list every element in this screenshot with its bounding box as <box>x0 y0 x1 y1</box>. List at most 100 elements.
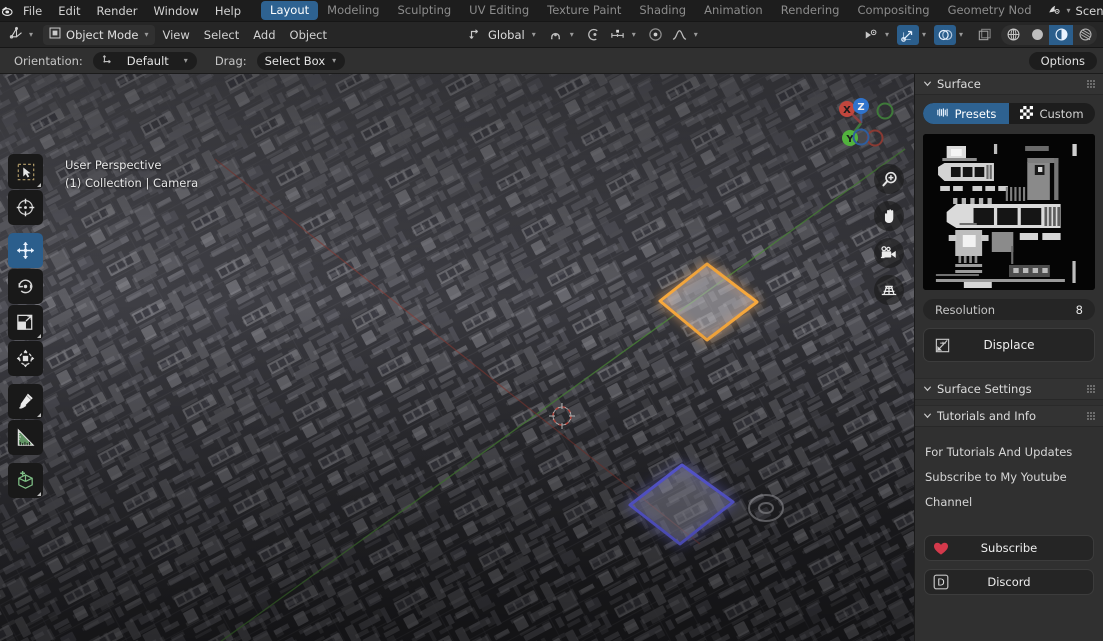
workspace-tab-layout[interactable]: Layout <box>261 1 319 20</box>
gizmo-axis-x-negative <box>866 129 884 147</box>
viewport-menu-add[interactable]: Add <box>246 25 282 45</box>
tool-select-box[interactable] <box>8 154 43 189</box>
workspace-tab-animation[interactable]: Animation <box>695 1 772 20</box>
chevron-down-icon[interactable]: ▾ <box>143 30 149 39</box>
panel-header-surface[interactable]: Surface <box>915 74 1103 95</box>
gizmo-axis-y-negative <box>876 102 894 120</box>
chevron-down-icon[interactable]: ▾ <box>693 30 699 39</box>
3d-viewport[interactable]: User Perspective (1) Collection | Camera <box>0 74 914 641</box>
chevron-down-icon[interactable]: ▾ <box>569 30 575 39</box>
transform-orientation-label[interactable]: Global <box>488 28 525 42</box>
shading-rendered-icon[interactable] <box>1073 25 1097 45</box>
editor-type-selector[interactable]: ▾ <box>0 25 39 45</box>
viewport-menu-object[interactable]: Object <box>283 25 334 45</box>
menu-help[interactable]: Help <box>207 1 249 21</box>
surface-tab-presets[interactable]: Presets <box>923 103 1009 124</box>
panel-title-surface: Surface <box>937 77 981 91</box>
zoom-magnifier-icon <box>881 171 897 186</box>
workspace-tab-geometry-nodes[interactable]: Geometry Nod <box>939 1 1041 20</box>
falloff-smooth-icon[interactable] <box>669 25 691 45</box>
viewport-header: ▾ Object Mode ▾ View Select Add Object G… <box>0 22 1103 48</box>
scene-selector[interactable]: ▾ Scene <box>1047 3 1103 19</box>
chevron-down-icon[interactable]: ▾ <box>631 30 637 39</box>
tool-annotate[interactable] <box>8 384 43 419</box>
pan-button[interactable] <box>874 201 904 231</box>
workspace-tab-sculpting[interactable]: Sculpting <box>388 1 460 20</box>
panel-header-surface-settings[interactable]: Surface Settings <box>915 378 1103 400</box>
workspace-tab-texture-paint[interactable]: Texture Paint <box>538 1 630 20</box>
workspace-tab-shading[interactable]: Shading <box>630 1 695 20</box>
shading-wireframe-icon[interactable] <box>1001 25 1025 45</box>
chevron-down-icon[interactable]: ▾ <box>531 30 537 39</box>
proportional-edit-icon[interactable] <box>583 25 605 45</box>
tool-cursor[interactable] <box>8 190 43 225</box>
menu-render[interactable]: Render <box>89 1 146 21</box>
object-visibility-icon[interactable] <box>860 25 882 45</box>
chevron-down-icon[interactable] <box>923 77 932 91</box>
menu-window[interactable]: Window <box>145 1 206 21</box>
tool-add-cube[interactable] <box>8 463 43 498</box>
proportional-editing-toggle-icon[interactable] <box>645 25 667 45</box>
shading-solid-icon[interactable] <box>1025 25 1049 45</box>
chevron-down-icon[interactable] <box>923 382 932 396</box>
chevron-down-icon[interactable]: ▾ <box>28 30 34 39</box>
surface-tab-custom-label: Custom <box>1039 106 1084 121</box>
drag-label: Drag: <box>214 53 247 68</box>
camera-view-button[interactable] <box>874 238 904 268</box>
menu-file[interactable]: File <box>15 1 50 21</box>
options-button[interactable]: Options <box>1028 52 1097 70</box>
blender-logo-icon[interactable] <box>0 3 15 18</box>
surface-preview-thumbnail[interactable] <box>923 134 1095 290</box>
workspace-tab-modeling[interactable]: Modeling <box>318 1 388 20</box>
workspace-tabs: Layout Modeling Sculpting UV Editing Tex… <box>261 1 1040 20</box>
panel-grip-icon[interactable] <box>1087 385 1095 393</box>
viewport-right-tools: ▾ ▾ ▾ <box>860 24 1097 45</box>
chevron-down-icon[interactable]: ▾ <box>884 30 890 39</box>
magnet-icon[interactable] <box>545 25 567 45</box>
shading-material-preview-icon[interactable] <box>1049 24 1073 45</box>
viewport-menu-view[interactable]: View <box>155 25 196 45</box>
discord-button[interactable]: D Discord <box>924 569 1094 595</box>
overlays-icon[interactable] <box>933 24 956 45</box>
subscribe-button[interactable]: Subscribe <box>924 535 1094 561</box>
gizmo-icon[interactable] <box>896 24 919 45</box>
toggle-orthographic-button[interactable] <box>874 275 904 305</box>
workspace-tab-uv-editing[interactable]: UV Editing <box>460 1 538 20</box>
shading-mode-group <box>1001 24 1097 45</box>
panel-grip-icon[interactable] <box>1087 412 1095 420</box>
menu-edit[interactable]: Edit <box>50 1 88 21</box>
snap-increment-icon[interactable] <box>607 25 629 45</box>
scene-name: Scene <box>1075 3 1103 18</box>
chevron-down-icon[interactable] <box>923 409 932 423</box>
chevron-down-icon[interactable]: ▾ <box>958 30 964 39</box>
tool-move[interactable] <box>8 233 43 268</box>
viewport-menu-select[interactable]: Select <box>197 25 246 45</box>
tool-scale[interactable] <box>8 305 43 340</box>
svg-text:D: D <box>937 578 944 589</box>
orientation-icon <box>464 25 486 45</box>
chevron-down-icon[interactable]: ▾ <box>331 56 337 65</box>
chevron-down-icon[interactable]: ▾ <box>921 30 927 39</box>
object-mode-dropdown[interactable]: Object Mode ▾ <box>43 24 156 45</box>
displace-button[interactable]: Displace <box>923 328 1095 362</box>
drag-dropdown[interactable]: Select Box ▾ <box>256 51 346 70</box>
tool-measure[interactable] <box>8 420 43 455</box>
chevron-down-icon[interactable]: ▾ <box>183 56 189 65</box>
surface-tab-custom[interactable]: Custom <box>1009 103 1095 124</box>
resolution-field[interactable]: Resolution 8 <box>923 299 1095 320</box>
toggle-xray-icon[interactable] <box>973 25 995 45</box>
tool-transform[interactable] <box>8 341 43 376</box>
panel-header-tutorials-and-info[interactable]: Tutorials and Info <box>915 405 1103 427</box>
tool-submenu-indicator <box>37 413 41 417</box>
orientation-default-icon <box>101 53 113 68</box>
zoom-button[interactable] <box>874 164 904 194</box>
panel-grip-icon[interactable] <box>1087 80 1095 88</box>
viewport-toolbar <box>8 154 43 505</box>
svg-text:X: X <box>843 105 851 116</box>
workspace-tab-rendering[interactable]: Rendering <box>772 1 849 20</box>
workspace-tab-compositing[interactable]: Compositing <box>848 1 938 20</box>
tool-rotate[interactable] <box>8 269 43 304</box>
chevron-down-icon[interactable]: ▾ <box>1066 6 1072 15</box>
orientation-dropdown[interactable]: Default ▾ <box>92 51 197 70</box>
navigation-gizmo[interactable]: X Y Z <box>824 86 898 160</box>
